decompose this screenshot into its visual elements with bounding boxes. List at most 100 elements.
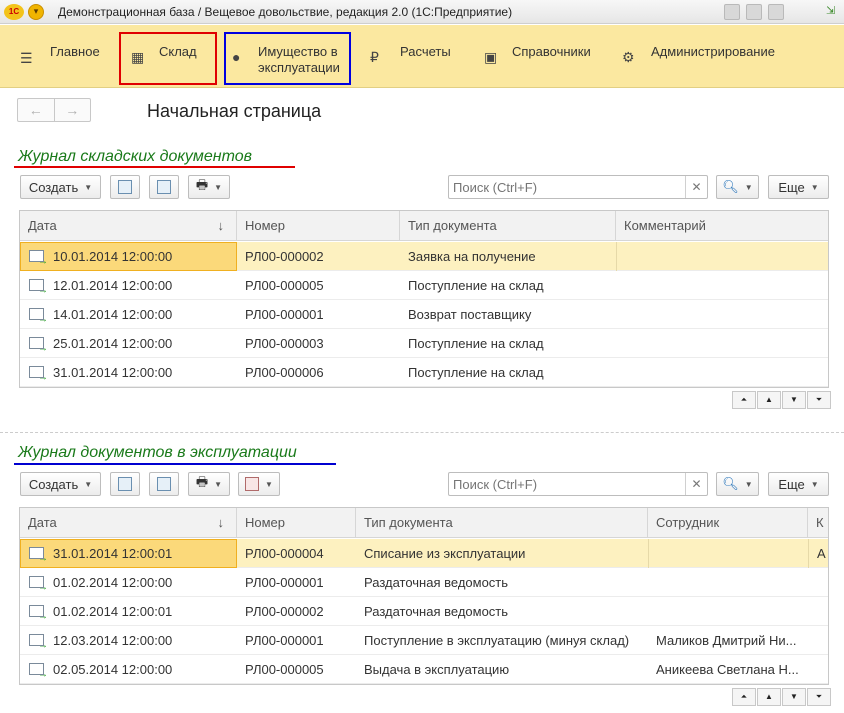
column-header-date[interactable]: Дата ↓ [20, 211, 237, 241]
journal1-table[interactable]: Дата ↓ Номер Тип документа Комментарий 10… [19, 210, 829, 388]
scroll-up-icon[interactable]: ▲ [757, 688, 781, 706]
create-by-copy-button[interactable] [110, 472, 140, 496]
structure-button[interactable] [149, 175, 179, 199]
table-row[interactable]: 02.05.2014 12:00:00 РЛ00-000005 Выдача в… [20, 655, 828, 684]
table-row[interactable]: 01.02.2014 12:00:01 РЛ00-000002 Раздаточ… [20, 597, 828, 626]
print-menu-button[interactable]: 🖶 ▼ [188, 175, 230, 199]
cell-comment [616, 242, 828, 271]
cell-type: Раздаточная ведомость [364, 575, 509, 590]
create-button[interactable]: Создать ▼ [20, 472, 101, 496]
table-header: Дата ↓ Номер Тип документа Сотрудник К [20, 508, 828, 538]
main-menu-button[interactable]: ▾ [28, 3, 44, 20]
column-header-number[interactable]: Номер [237, 508, 356, 538]
column-header-employee[interactable]: Сотрудник [648, 508, 808, 538]
cell-number: РЛ00-000004 [245, 546, 324, 561]
cell-employee [648, 568, 808, 597]
table-row[interactable]: 01.02.2014 12:00:00 РЛ00-000001 Раздаточ… [20, 568, 828, 597]
table-row[interactable]: 10.01.2014 12:00:00 РЛ00-000002 Заявка н… [20, 242, 828, 271]
scroll-top-icon[interactable]: ⏶ [732, 391, 756, 409]
window-titlebar: 1С ▾ Демонстрационная база / Вещевое дов… [0, 0, 844, 24]
structure-button[interactable] [149, 472, 179, 496]
scroll-up-icon[interactable]: ▲ [757, 391, 781, 409]
section-settlements[interactable]: ₽ Расчеты [362, 25, 472, 88]
sort-desc-icon: ↓ [217, 515, 225, 530]
chevron-down-icon: ▼ [214, 479, 223, 489]
printer-icon: 🖶 [195, 474, 209, 489]
table-row[interactable]: 31.01.2014 12:00:00 РЛ00-000006 Поступле… [20, 358, 828, 387]
section-label: Главное [50, 44, 100, 59]
column-header-type[interactable]: Тип документа [400, 211, 616, 241]
search-field[interactable]: ✕ [448, 175, 708, 199]
clear-icon[interactable]: ✕ [685, 473, 707, 495]
cell-extra [808, 568, 828, 597]
highlight-property-frame [224, 32, 351, 85]
page-title: Начальная страница [147, 101, 322, 121]
column-header-comment[interactable]: Комментарий [616, 211, 828, 241]
chevron-down-icon: ▼ [214, 182, 223, 192]
search-field[interactable]: ✕ [448, 472, 708, 496]
clear-icon[interactable]: ✕ [685, 176, 707, 198]
chevron-down-icon: ▼ [744, 479, 753, 489]
app-logo-icon[interactable]: 1С [4, 3, 24, 20]
column-header-type[interactable]: Тип документа [356, 508, 648, 538]
back-arrow-icon[interactable]: ← [18, 99, 55, 121]
save-icon[interactable] [724, 4, 740, 20]
scroll-top-icon[interactable]: ⏶ [732, 688, 756, 706]
column-header-number[interactable]: Номер [237, 211, 400, 241]
scroll-down-icon[interactable]: ▼ [782, 688, 806, 706]
search-icon: 🔍︎ [722, 476, 739, 491]
ruble-coin-icon: ₽ [370, 49, 379, 65]
forward-arrow-icon[interactable]: → [55, 99, 91, 121]
favorites-icon[interactable] [768, 4, 784, 20]
chevron-down-icon: ▼ [265, 479, 273, 489]
section-label: Справочники [512, 44, 591, 59]
document-icon [29, 547, 48, 564]
create-button[interactable]: Создать ▼ [20, 175, 101, 199]
cell-type: Выдача в эксплуатацию [364, 662, 510, 677]
table-row[interactable]: 12.03.2014 12:00:00 РЛ00-000001 Поступле… [20, 626, 828, 655]
exit-icon[interactable]: ⇲ [826, 4, 838, 18]
column-header-extra[interactable]: К [808, 508, 828, 538]
table-row[interactable]: 31.01.2014 12:00:01 РЛ00-000004 Списание… [20, 539, 828, 568]
history-nav: ← → [17, 98, 91, 122]
sort-desc-icon: ↓ [217, 218, 225, 233]
more-button[interactable]: Еще ▼ [768, 175, 829, 199]
section-main[interactable]: ☰ Главное [0, 25, 110, 88]
cell-comment [616, 300, 828, 329]
create-label: Создать [28, 476, 79, 492]
report-icon [245, 477, 260, 491]
column-header-date[interactable]: Дата ↓ [20, 508, 237, 538]
section-label: Администрирование [651, 44, 775, 59]
create-by-copy-button[interactable] [110, 175, 140, 199]
journal2-table[interactable]: Дата ↓ Номер Тип документа Сотрудник К 31… [19, 507, 829, 685]
reports-menu-button[interactable]: ▼ [238, 472, 280, 496]
search-input[interactable] [449, 473, 687, 495]
more-button[interactable]: Еще ▼ [768, 472, 829, 496]
table-row[interactable]: 12.01.2014 12:00:00 РЛ00-000005 Поступле… [20, 271, 828, 300]
cell-date: 25.01.2014 12:00:00 [53, 336, 173, 351]
scroll-bottom-icon[interactable]: ⏷ [807, 688, 831, 706]
column-label: Дата [28, 515, 57, 530]
chevron-down-icon: ▼ [744, 182, 753, 192]
scroll-down-icon[interactable]: ▼ [782, 391, 806, 409]
table-row[interactable]: 25.01.2014 12:00:00 РЛ00-000003 Поступле… [20, 329, 828, 358]
print-menu-button[interactable]: 🖶 ▼ [188, 472, 230, 496]
scroll-bottom-icon[interactable]: ⏷ [807, 391, 831, 409]
section-administration[interactable]: ⚙ Администрирование [616, 25, 796, 88]
cell-number: РЛ00-000001 [245, 633, 324, 648]
journal2-title[interactable]: Журнал документов в эксплуатации [18, 444, 297, 462]
add-document-icon [118, 180, 132, 194]
cell-comment [616, 358, 828, 387]
journal1-title[interactable]: Журнал складских документов [18, 148, 252, 166]
search-options-button[interactable]: 🔍︎ ▼ [716, 472, 759, 496]
document-icon [29, 605, 48, 622]
cell-date: 01.02.2014 12:00:01 [53, 604, 173, 619]
search-options-button[interactable]: 🔍︎ ▼ [716, 175, 759, 199]
search-input[interactable] [449, 176, 687, 198]
document-icon [29, 308, 48, 325]
table-row[interactable]: 14.01.2014 12:00:00 РЛ00-000001 Возврат … [20, 300, 828, 329]
print-icon[interactable] [746, 4, 762, 20]
cell-type: Возврат поставщику [408, 307, 532, 322]
section-catalogs[interactable]: ▣ Справочники [478, 25, 608, 88]
chevron-down-icon: ▼ [810, 479, 819, 489]
